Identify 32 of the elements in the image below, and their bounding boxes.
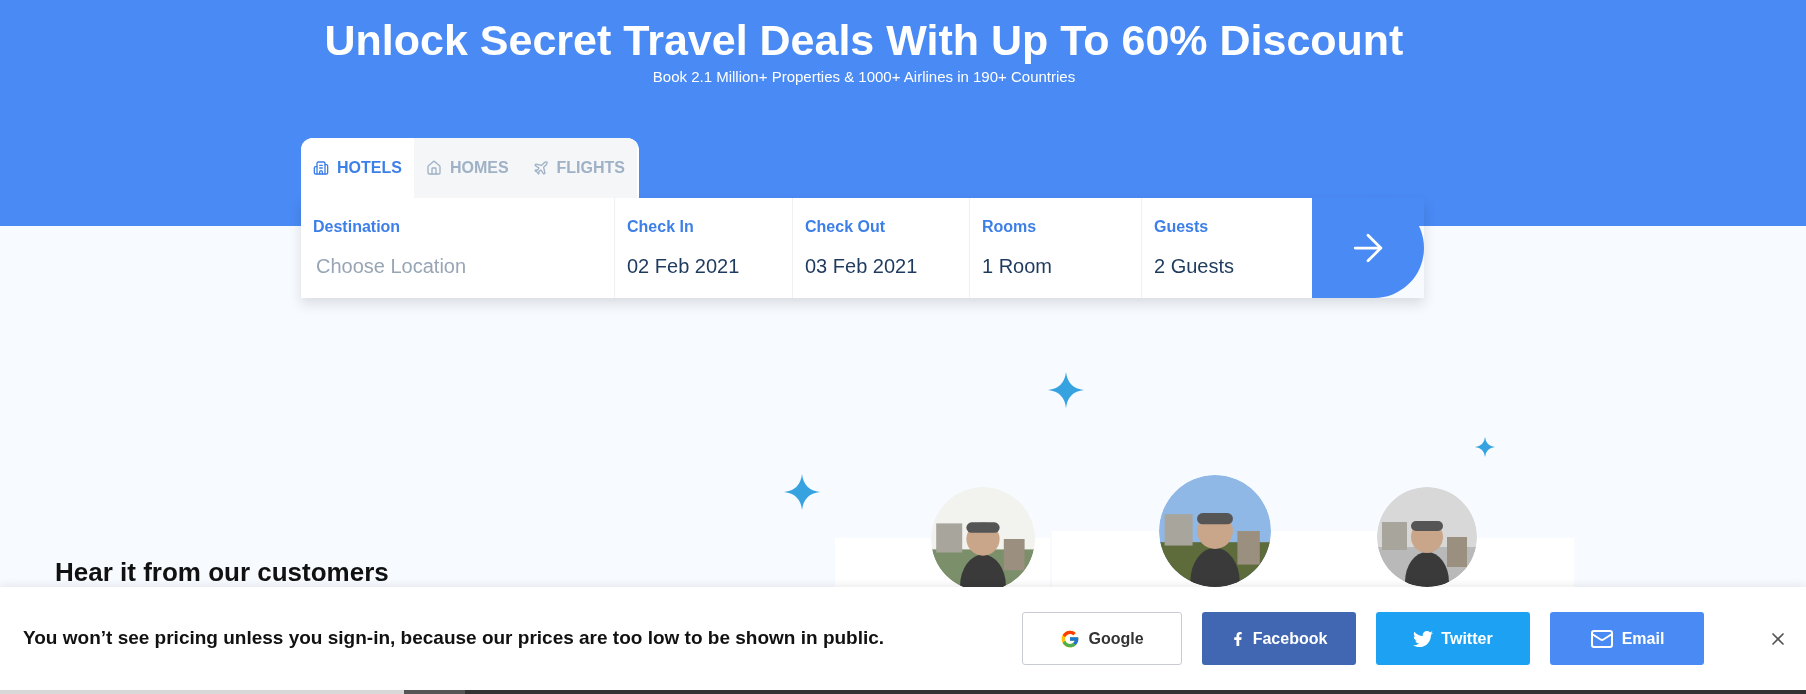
field-label: Rooms — [982, 217, 1038, 237]
destination-input[interactable]: Choose Location — [313, 251, 602, 281]
sparkle-icon — [1048, 372, 1084, 408]
search-button[interactable] — [1312, 198, 1424, 298]
hero-subtitle: Book 2.1 Million+ Properties & 1000+ Airlines in 190+ Countries — [652, 67, 1076, 87]
sparkle-icon — [784, 474, 820, 510]
plane-icon — [532, 160, 549, 176]
field-label: Check Out — [805, 217, 886, 237]
section-heading: Hear it from our customers — [55, 556, 389, 589]
field-label: Guests — [1154, 217, 1210, 237]
home-icon — [425, 160, 442, 176]
field-label: Destination — [313, 217, 402, 237]
search-field[interactable]: Guests 2 Guests — [1141, 198, 1312, 298]
hero-title: Unlock Secret Travel Deals With Up To 60% Discount — [324, 15, 1404, 66]
sparkle-icon — [1475, 437, 1495, 457]
building-icon — [313, 160, 329, 176]
field-value: 2 Guests — [1154, 254, 1236, 279]
field-value: 03 Feb 2021 — [805, 254, 919, 279]
social-login-button[interactable]: Email — [1550, 612, 1704, 665]
field-label: Check In — [627, 217, 695, 237]
field-value: 02 Feb 2021 — [627, 254, 741, 279]
search-field[interactable]: Check Out 03 Feb 2021 — [792, 198, 969, 298]
google-icon — [1060, 628, 1081, 649]
search-field[interactable]: Destination Choose Location — [301, 198, 614, 298]
field-value: 1 Room — [982, 254, 1054, 279]
social-login-button[interactable]: Google — [1022, 612, 1182, 665]
search-field[interactable]: Rooms 1 Room — [969, 198, 1141, 298]
bird-icon — [1413, 628, 1434, 649]
search-field[interactable]: Check In 02 Feb 2021 — [614, 198, 792, 298]
social-login-button[interactable]: Facebook — [1202, 612, 1356, 665]
signin-message: You won’t see pricing unless you sign-in, because our prices are too low to be shown in public. — [23, 626, 886, 651]
social-login-button[interactable]: Twitter — [1376, 612, 1530, 665]
